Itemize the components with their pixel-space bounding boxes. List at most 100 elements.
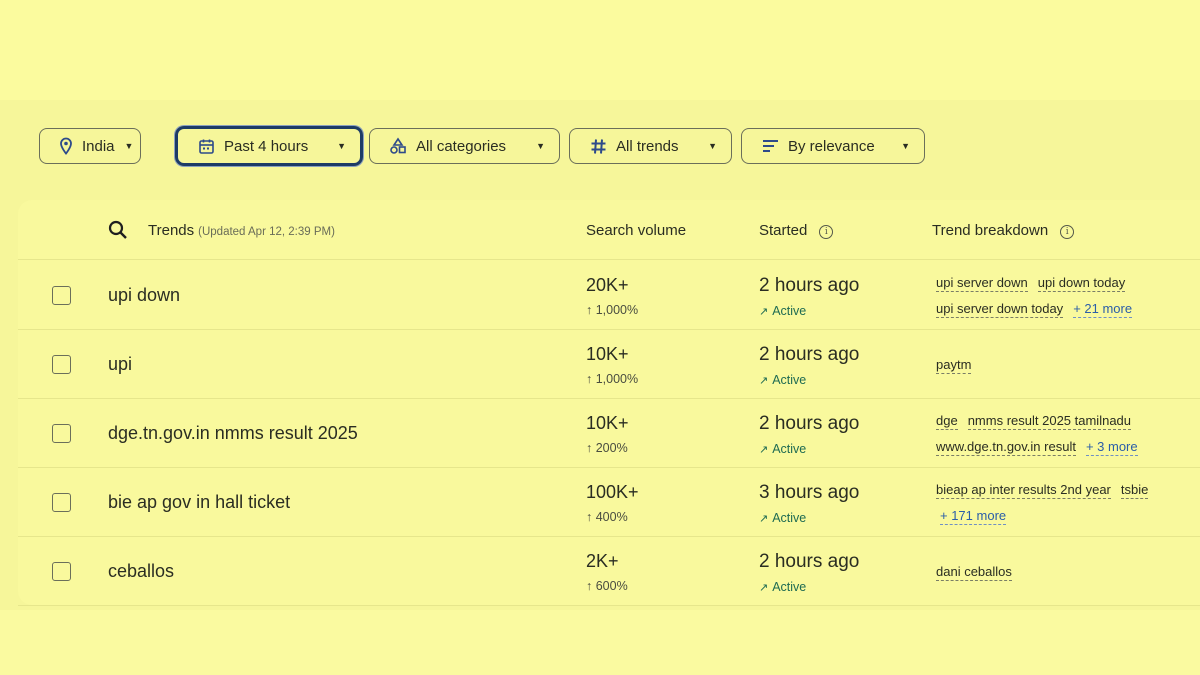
trending-up-icon: ↗ [759,513,769,525]
started-time: 2 hours ago [759,413,860,434]
trend-term[interactable]: bie ap gov in hall ticket [108,492,290,513]
breakdown-query[interactable]: bieap ap inter results 2nd year [936,482,1111,499]
table-row[interactable]: bie ap gov in hall ticket 100K+ ↑ 400% 3… [18,468,1200,537]
volume-change: ↑ 600% [586,579,628,593]
location-filter-chip[interactable]: India ▼ [39,128,141,164]
search-volume: 10K+ [586,413,629,433]
trends-filter-chip[interactable]: All trends ▼ [569,128,732,164]
status-badge: ↗ Active [759,442,806,456]
more-queries-link[interactable]: + 3 more [1085,439,1138,456]
breakdown-line: upi server down upi down today [936,275,1135,292]
chevron-down-icon: ▼ [337,141,346,151]
status-label: Active [772,580,807,594]
breakdown-query[interactable]: upi server down [936,275,1028,292]
row-checkbox[interactable] [52,493,71,512]
trends-table: Trends (Updated Apr 12, 2:39 PM) Search v… [18,200,1200,606]
chevron-down-icon: ▼ [124,141,134,151]
trending-up-icon: ↗ [759,444,769,456]
time-filter-label: Past 4 hours [224,137,309,155]
chevron-down-icon: ▼ [901,141,910,151]
trending-up-icon: ↗ [759,582,769,594]
trend-term[interactable]: upi down [108,285,180,306]
sort-filter-label: By relevance [788,137,875,155]
time-filter-chip[interactable]: Past 4 hours ▼ [175,126,363,166]
status-label: Active [772,442,807,456]
category-filter-label: All categories [416,137,507,155]
status-label: Active [772,373,807,387]
row-checkbox[interactable] [52,355,71,374]
search-volume-column-header[interactable]: Search volume [586,222,686,239]
breakdown-line: + 171 more [940,508,1016,525]
status-badge: ↗ Active [759,373,806,387]
search-volume: 20K+ [586,275,629,295]
table-row[interactable]: upi down 20K+ ↑ 1,000% 2 hours ago ↗ Acti… [18,261,1200,330]
started-time: 2 hours ago [759,275,860,296]
row-checkbox[interactable] [52,286,71,305]
volume-change: ↑ 200% [586,441,628,455]
status-label: Active [772,304,807,318]
more-queries-link[interactable]: + 21 more [1073,301,1133,318]
breakdown-line: bieap ap inter results 2nd year tsbie [936,482,1158,499]
status-badge: ↗ Active [759,511,806,525]
search-icon[interactable] [108,220,128,245]
breakdown-query[interactable]: upi server down today [936,301,1064,318]
breakdown-query[interactable]: www.dge.tn.gov.in result [936,439,1076,456]
search-volume: 10K+ [586,344,629,364]
breakdown-query[interactable]: tsbie [1120,482,1149,499]
trend-term[interactable]: upi [108,354,132,375]
volume-change: ↑ 400% [586,510,628,524]
breakdown-line: paytm [936,357,981,374]
trend-term[interactable]: ceballos [108,561,174,582]
trends-column-header: Trends (Updated Apr 12, 2:39 PM) [148,222,335,239]
started-header-label: Started [759,222,808,239]
category-filter-chip[interactable]: All categories ▼ [369,128,560,164]
volume-change: ↑ 1,000% [586,372,639,386]
breakdown-query[interactable]: dge [936,413,958,430]
breakdown-column-header: Trend breakdown i [932,222,1075,239]
started-column-header[interactable]: Started i [759,222,834,239]
started-time: 2 hours ago [759,344,860,365]
table-row[interactable]: dge.tn.gov.in nmms result 2025 10K+ ↑ 20… [18,399,1200,468]
breakdown-query[interactable]: upi down today [1037,275,1126,292]
row-checkbox[interactable] [52,424,71,443]
status-badge: ↗ Active [759,580,806,594]
started-time: 2 hours ago [759,551,860,572]
trending-up-icon: ↗ [759,306,769,318]
calendar-icon [196,136,216,156]
info-icon[interactable]: i [1060,225,1075,239]
trend-term[interactable]: dge.tn.gov.in nmms result 2025 [108,423,358,444]
search-volume: 100K+ [586,482,639,502]
updated-timestamp: (Updated Apr 12, 2:39 PM) [198,226,335,238]
breakdown-query[interactable]: paytm [936,357,972,374]
category-shapes-icon [388,136,408,156]
breakdown-line: www.dge.tn.gov.in result + 3 more [936,439,1148,456]
sort-filter-chip[interactable]: By relevance ▼ [741,128,925,164]
volume-change: ↑ 1,000% [586,303,639,317]
more-queries-link[interactable]: + 171 more [940,508,1007,525]
table-row[interactable]: ceballos 2K+ ↑ 600% 2 hours ago ↗ Active … [18,537,1200,606]
info-icon[interactable]: i [819,225,834,239]
chevron-down-icon: ▼ [536,141,545,151]
hashtag-icon [588,136,608,156]
breakdown-line: upi server down today + 21 more [936,301,1142,318]
chevron-down-icon: ▼ [708,141,717,151]
location-pin-icon [58,136,74,156]
trends-filter-label: All trends [616,137,679,155]
breakdown-query[interactable]: nmms result 2025 tamilnadu [967,413,1132,430]
breakdown-line: dge nmms result 2025 tamilnadu [936,413,1141,430]
row-checkbox[interactable] [52,562,71,581]
sort-lines-icon [760,136,780,156]
search-volume: 2K+ [586,551,619,571]
table-header: Trends (Updated Apr 12, 2:39 PM) Search v… [18,200,1200,260]
top-band [0,0,1200,100]
breakdown-query[interactable]: dani ceballos [936,564,1012,581]
breakdown-header-label: Trend breakdown [932,222,1049,239]
trending-up-icon: ↗ [759,375,769,387]
trends-header-label: Trends [148,222,195,239]
status-badge: ↗ Active [759,304,806,318]
location-filter-label: India [82,137,115,155]
status-label: Active [772,511,807,525]
table-row[interactable]: upi 10K+ ↑ 1,000% 2 hours ago ↗ Active pa… [18,330,1200,399]
breakdown-line: dani ceballos [936,564,1022,581]
started-time: 3 hours ago [759,482,860,503]
